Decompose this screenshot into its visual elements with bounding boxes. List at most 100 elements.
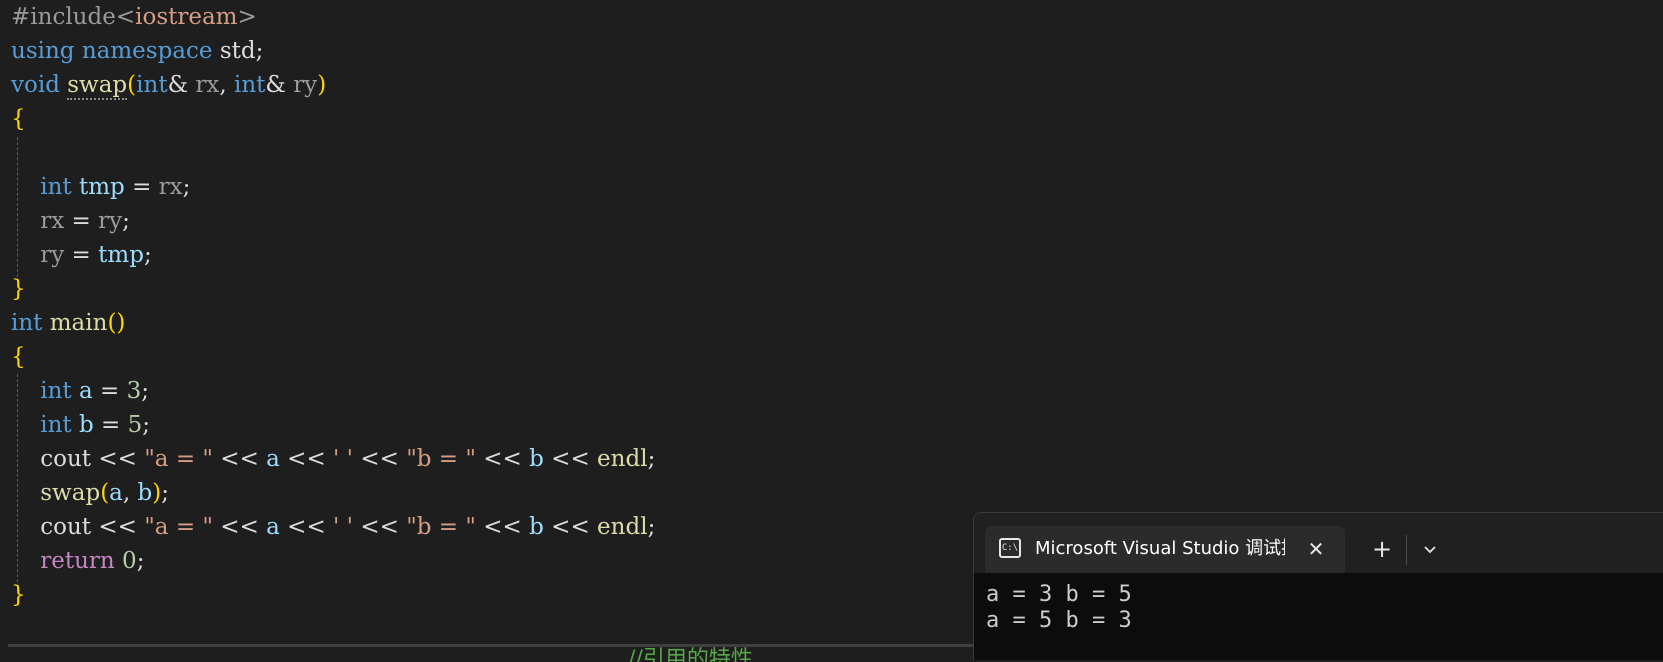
code-token: << xyxy=(279,446,334,472)
code-token: int xyxy=(40,378,72,404)
code-token: using xyxy=(11,38,75,64)
code-token: ' ' xyxy=(333,446,354,472)
code-line[interactable]: int b = 5; xyxy=(11,408,150,442)
code-token: } xyxy=(11,276,26,302)
chevron-down-icon[interactable] xyxy=(1415,535,1445,563)
code-line[interactable]: int a = 3; xyxy=(11,374,149,408)
code-line[interactable]: using namespace std; xyxy=(11,34,263,68)
code-line[interactable]: { xyxy=(11,340,26,374)
code-line[interactable]: cout << "a = " << a << ' ' << "b = " << … xyxy=(11,510,655,544)
code-token: cout xyxy=(40,446,92,472)
code-token: int xyxy=(40,412,72,438)
code-token: << xyxy=(91,446,145,472)
code-token: ; xyxy=(142,412,151,438)
code-token: b xyxy=(529,514,544,540)
code-token: a xyxy=(109,480,123,506)
code-line[interactable]: swap(a, b); xyxy=(11,476,169,510)
console-icon: C:\ xyxy=(999,538,1021,558)
indent-guide-swap xyxy=(17,137,18,277)
code-token: > xyxy=(237,4,257,30)
code-line[interactable]: ry = tmp; xyxy=(11,238,151,272)
code-line[interactable]: return 0; xyxy=(11,544,144,578)
code-token: endl xyxy=(597,514,648,540)
code-token: endl xyxy=(597,446,648,472)
code-token: return xyxy=(40,548,115,574)
code-token: << xyxy=(212,446,267,472)
code-line[interactable]: { xyxy=(11,102,26,136)
code-token: { xyxy=(11,344,26,370)
code-line[interactable]: void swap(int& rx, int& ry) xyxy=(11,68,326,102)
code-token: namespace xyxy=(81,38,213,64)
code-token: "b = " xyxy=(406,446,476,472)
code-token: = xyxy=(124,174,159,200)
code-token: ( xyxy=(100,480,110,506)
code-token: a xyxy=(266,446,280,472)
code-token: << xyxy=(475,446,530,472)
code-token: << xyxy=(353,514,407,540)
code-token: "a = " xyxy=(144,514,213,540)
code-token: rx xyxy=(195,72,220,98)
code-token: } xyxy=(11,582,26,608)
code-token: main xyxy=(49,310,108,336)
code-token: a xyxy=(266,514,280,540)
terminal-tab[interactable]: C:\ Microsoft Visual Studio 调试控制台 ✕ xyxy=(985,526,1345,573)
code-token: = xyxy=(64,242,99,268)
code-token: = xyxy=(93,412,128,438)
code-token: ry xyxy=(293,72,318,98)
code-token: << xyxy=(543,514,598,540)
code-token: 0 xyxy=(122,548,137,574)
code-token: swap xyxy=(40,480,101,506)
code-token: << xyxy=(543,446,598,472)
code-line[interactable]: #include<iostream> xyxy=(11,0,257,34)
code-token: = xyxy=(92,378,127,404)
code-token: int xyxy=(136,72,168,98)
code-token: "a = " xyxy=(144,446,213,472)
terminal-tab-title: Microsoft Visual Studio 调试控制台 xyxy=(1035,538,1285,559)
code-token: , xyxy=(122,480,138,506)
close-icon[interactable]: ✕ xyxy=(1303,536,1329,562)
code-line[interactable]: } xyxy=(11,272,26,306)
code-line[interactable]: cout << "a = " << a << ' ' << "b = " << … xyxy=(11,442,655,476)
code-line[interactable]: rx = ry; xyxy=(11,204,130,238)
code-token: << xyxy=(279,514,334,540)
code-token: cout xyxy=(40,514,92,540)
code-token: & xyxy=(167,72,196,98)
terminal-title-bar[interactable]: C:\ Microsoft Visual Studio 调试控制台 ✕ + xyxy=(974,513,1663,573)
code-line[interactable]: int tmp = rx; xyxy=(11,170,190,204)
code-token: iostream xyxy=(135,4,238,30)
code-token: ' ' xyxy=(333,514,354,540)
code-token: rx xyxy=(40,208,65,234)
indent-guide-main xyxy=(17,374,18,582)
code-token: "b = " xyxy=(406,514,476,540)
code-token: () xyxy=(107,310,126,336)
code-line[interactable]: } xyxy=(11,578,26,612)
partial-comment: //引用的特性 xyxy=(628,647,753,662)
code-token: int xyxy=(233,72,266,98)
console-output-line: a = 5 b = 3 xyxy=(986,608,1132,633)
code-token: int xyxy=(11,310,43,336)
code-token: << xyxy=(91,514,145,540)
code-token: ) xyxy=(152,480,162,506)
code-token: ry xyxy=(40,242,65,268)
code-token: ; xyxy=(141,378,149,404)
debug-console-window[interactable]: C:\ Microsoft Visual Studio 调试控制台 ✕ + a … xyxy=(973,512,1663,660)
code-token: void xyxy=(11,72,60,98)
code-token: ; xyxy=(647,446,656,472)
code-token: ; xyxy=(161,480,169,506)
code-token: ; xyxy=(182,174,191,200)
code-line[interactable]: int main() xyxy=(11,306,125,340)
new-tab-button[interactable]: + xyxy=(1366,535,1398,563)
code-token: ) xyxy=(317,72,327,98)
code-token: 5 xyxy=(127,412,143,438)
code-token: swap xyxy=(67,72,128,100)
